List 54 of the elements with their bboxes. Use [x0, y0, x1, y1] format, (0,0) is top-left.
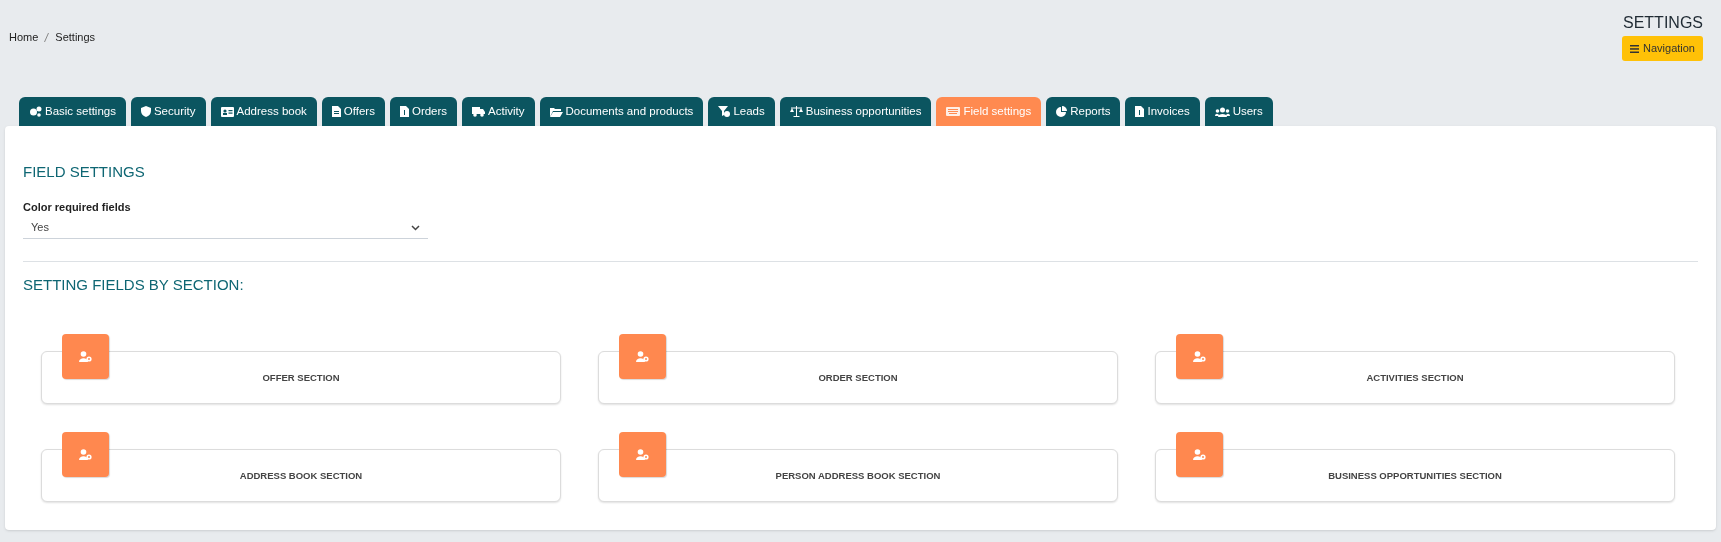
tab[interactable]: Reports: [1046, 97, 1121, 126]
document-icon: [331, 106, 341, 117]
shield-icon: [140, 106, 151, 117]
user-settings-icon: [619, 333, 666, 379]
user-settings-icon: [62, 431, 109, 477]
navigation-button[interactable]: Navigation: [1622, 36, 1703, 61]
invoice-icon: [1135, 106, 1145, 117]
pie-chart-icon: [1056, 106, 1068, 117]
invoice-icon: [399, 106, 409, 117]
filter-icon: [718, 106, 731, 117]
id-card-icon: [220, 106, 234, 117]
balance-scale-icon: [789, 106, 803, 117]
chevron-down-icon: [411, 224, 420, 231]
tab[interactable]: Documents and products: [539, 97, 704, 126]
tab[interactable]: Business opportunities: [779, 97, 932, 126]
tab[interactable]: Offers: [321, 97, 385, 126]
users-icon: [1214, 106, 1230, 117]
tab[interactable]: Address book: [210, 97, 317, 126]
folder-icon: [549, 106, 563, 117]
page-title: SETTINGS: [1623, 13, 1703, 33]
breadcrumb-link[interactable]: Settings: [55, 28, 96, 46]
section-heading: FIELD SETTINGS: [23, 162, 146, 182]
tab[interactable]: Orders: [389, 97, 458, 126]
section-card[interactable]: ORDER SECTION: [598, 350, 1118, 404]
tab[interactable]: Basic settings: [19, 97, 126, 126]
section-label: BUSINESS OPPORTUNITIES SECTION: [1328, 469, 1502, 484]
section-label: PERSON ADDRESS BOOK SECTION: [775, 469, 941, 484]
user-settings-icon: [1176, 333, 1223, 379]
menu-icon: [1630, 44, 1639, 53]
tab[interactable]: Activity: [462, 97, 535, 126]
section-label: ADDRESS BOOK SECTION: [239, 469, 363, 484]
user-settings-icon: [619, 431, 666, 477]
truck-icon: [472, 106, 486, 117]
section-label: ORDER SECTION: [818, 371, 898, 386]
tab[interactable]: Leads: [708, 97, 775, 126]
section-card[interactable]: ACTIVITIES SECTION: [1155, 350, 1675, 404]
section-card[interactable]: ADDRESS BOOK SECTION: [41, 448, 561, 502]
section-card[interactable]: PERSON ADDRESS BOOK SECTION: [598, 448, 1118, 502]
keyboard-icon: [946, 107, 961, 116]
user-settings-icon: [62, 333, 109, 379]
field-label: Color required fields: [23, 199, 132, 215]
tab[interactable]: Invoices: [1125, 97, 1200, 126]
tab[interactable]: Security: [130, 97, 206, 126]
tab[interactable]: Users: [1204, 97, 1273, 126]
section-card[interactable]: OFFER SECTION: [41, 350, 561, 404]
breadcrumb-link[interactable]: Home: [9, 28, 39, 46]
gears-icon: [29, 106, 42, 117]
separator-icon: [44, 32, 50, 42]
section-label: OFFER SECTION: [262, 371, 340, 386]
select-field[interactable]: Yes: [23, 217, 428, 239]
section-label: ACTIVITIES SECTION: [1366, 371, 1464, 386]
section-card[interactable]: BUSINESS OPPORTUNITIES SECTION: [1155, 448, 1675, 502]
section-heading: SETTING FIELDS BY SECTION:: [23, 275, 245, 295]
user-settings-icon: [1176, 431, 1223, 477]
